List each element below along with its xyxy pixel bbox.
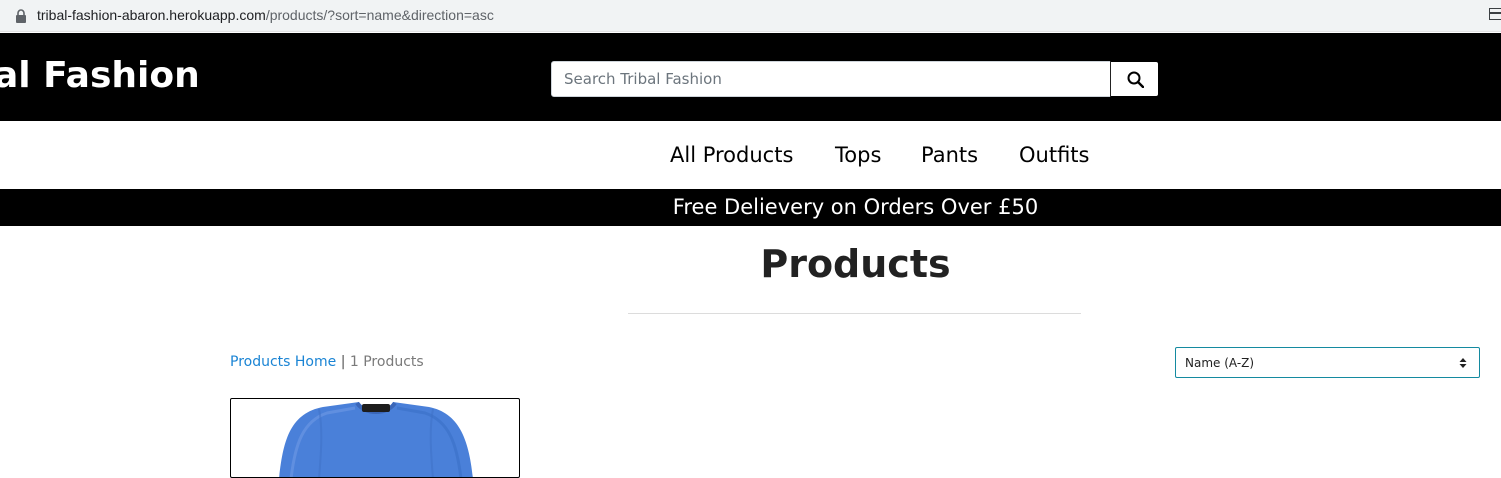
site-header: al Fashion	[0, 33, 1501, 121]
title-divider	[628, 313, 1081, 314]
browser-address-bar: tribal-fashion-abaron.herokuapp.com/prod…	[0, 0, 1501, 32]
breadcrumb: Products Home | 1 Products	[230, 353, 424, 371]
lock-icon	[16, 9, 26, 23]
url-field[interactable]: tribal-fashion-abaron.herokuapp.com/prod…	[37, 7, 494, 23]
main-nav: All Products Tops Pants Outfits	[0, 121, 1501, 189]
page-title: Products	[760, 242, 951, 286]
delivery-banner: Free Delievery on Orders Over £50	[0, 189, 1501, 226]
search-input[interactable]	[551, 61, 1111, 97]
url-domain: tribal-fashion-abaron.herokuapp.com	[37, 7, 266, 23]
nav-item-all-products[interactable]: All Products	[670, 141, 793, 169]
product-card[interactable]	[230, 398, 520, 478]
sort-caret-icon	[1459, 358, 1467, 368]
search-icon	[1127, 71, 1144, 88]
product-count: 1 Products	[349, 354, 424, 370]
sort-select[interactable]: Name (A-Z)	[1175, 347, 1480, 378]
products-home-link[interactable]: Products Home	[230, 354, 336, 370]
site-logo-text[interactable]: al Fashion	[0, 53, 200, 99]
product-image[interactable]	[231, 399, 520, 478]
url-path: /products/?sort=name&direction=asc	[265, 7, 494, 23]
breadcrumb-separator: |	[340, 354, 346, 370]
nav-item-outfits[interactable]: Outfits	[1019, 141, 1089, 169]
delivery-banner-text: Free Delievery on Orders Over £50	[672, 195, 1039, 219]
sort-selected-value: Name (A-Z)	[1185, 356, 1255, 370]
tab-search-icon[interactable]	[1489, 8, 1501, 20]
nav-item-pants[interactable]: Pants	[921, 141, 978, 169]
search-button[interactable]	[1110, 61, 1159, 97]
nav-item-tops[interactable]: Tops	[835, 141, 881, 169]
